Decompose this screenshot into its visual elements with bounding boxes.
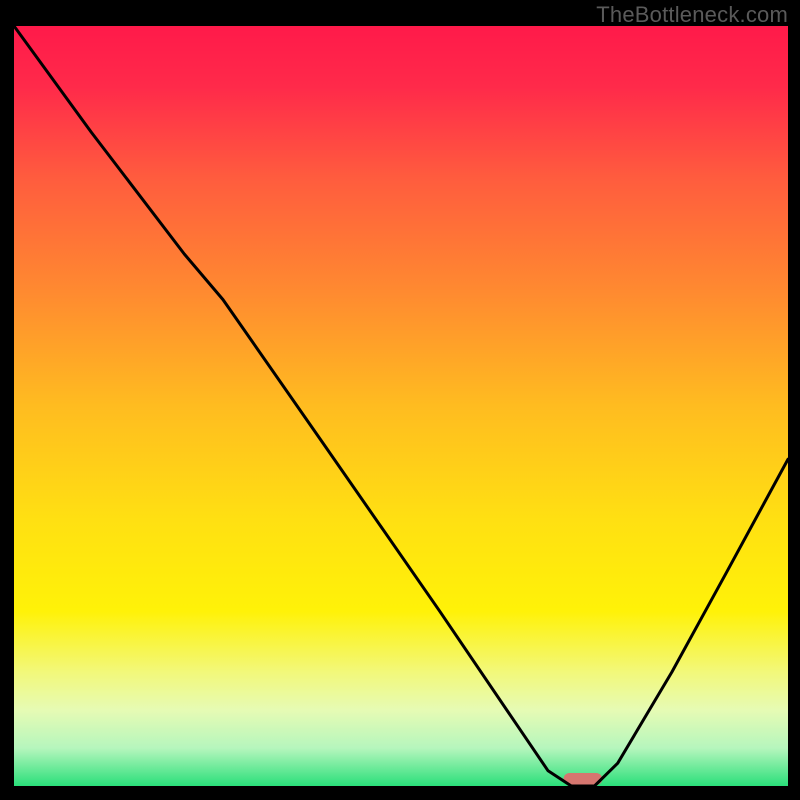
chart-svg	[14, 26, 788, 786]
chart-frame: TheBottleneck.com	[0, 0, 800, 800]
watermark-text: TheBottleneck.com	[596, 2, 788, 28]
plot-area	[14, 26, 788, 786]
